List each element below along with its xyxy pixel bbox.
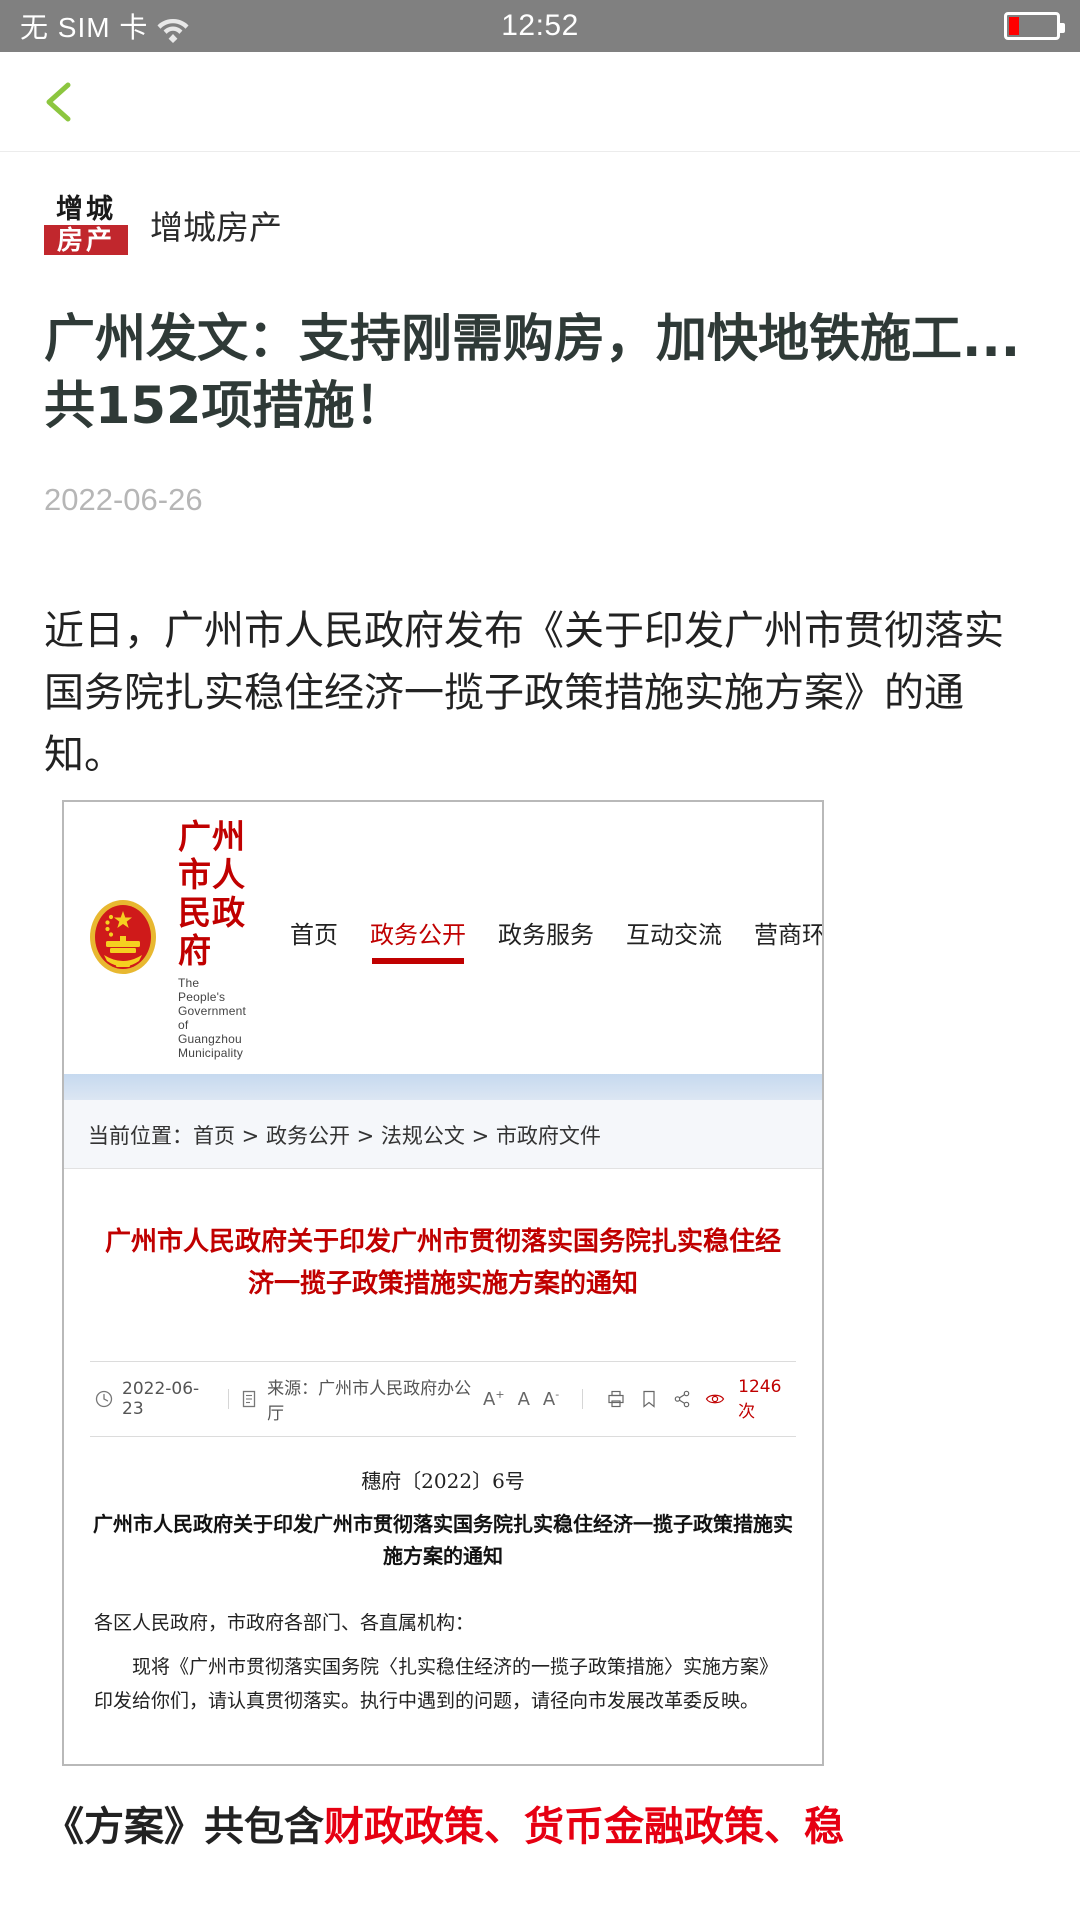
document-icon	[239, 1389, 259, 1409]
gov-nav-item-affairs-open[interactable]: 政务公开	[370, 915, 466, 964]
eye-icon	[705, 1389, 725, 1409]
gov-title-cn: 广州市人民政府	[178, 817, 246, 970]
article-closing-paragraph: 《方案》共包含财政政策、货币金融政策、稳	[0, 1796, 1080, 1858]
meta-divider	[228, 1389, 230, 1409]
document-source: 来源：广州市人民政府办公厅	[267, 1379, 472, 1424]
account-name[interactable]: 增城房产	[150, 201, 282, 249]
navigation-bar	[0, 52, 1080, 152]
article-publish-date: 2022-06-26	[44, 482, 203, 517]
document-body: 各区人民政府，市政府各部门、各直属机构： 现将《广州市贯彻落实国务院〈扎实稳住经…	[94, 1606, 792, 1718]
back-chevron-icon[interactable]	[40, 79, 80, 125]
article-headline: 广州发文：支持刚需购房，加快地铁施工...共152项措施！	[44, 310, 1021, 436]
embedded-screenshot-inner: 广州市人民政府 The People's Government of Guang…	[64, 802, 822, 1764]
font-size-smaller-button[interactable]: A-	[543, 1388, 559, 1410]
print-icon[interactable]	[606, 1389, 626, 1409]
share-icon[interactable]	[672, 1389, 692, 1409]
save-icon[interactable]	[639, 1389, 659, 1409]
gov-site-nav: 首页 政务公开 政务服务 互动交流 营商环境	[290, 915, 822, 964]
breadcrumb: 当前位置：首页 > 政务公开 > 法规公文 > 市政府文件	[64, 1100, 822, 1169]
document-red-title-line-1: 广州市人民政府关于印发广州市贯彻落实国务院扎实稳住经	[104, 1227, 781, 1257]
gov-nav-item-business-env[interactable]: 营商环境	[754, 915, 822, 964]
article-container: 增城 房产 增城房产 广州发文：支持刚需购房，加快地铁施工...共152项措施！…	[0, 194, 1080, 1766]
gov-nav-item-home[interactable]: 首页	[290, 915, 338, 964]
meta-divider-2	[582, 1389, 584, 1409]
status-bar-clock: 12:52	[501, 9, 579, 42]
gov-title-block: 广州市人民政府 The People's Government of Guang…	[178, 817, 247, 1061]
document-meta-tools: A+ A A- 1246次	[483, 1377, 792, 1422]
document-paragraph-1: 现将《广州市贯彻落实国务院〈扎实稳住经济的一揽子政策措施〉实施方案》印发给你们，…	[94, 1656, 779, 1712]
account-logo-bottom-text: 房产	[44, 225, 128, 255]
article-paragraph-1: 近日，广州市人民政府发布《关于印发广州市贯彻落实国务院扎实稳住经济一揽子政策措施…	[44, 608, 1004, 778]
account-row[interactable]: 增城 房产 增城房产	[44, 194, 1036, 256]
document-heading: 广州市人民政府关于印发广州市贯彻落实国务院扎实稳住经济一揽子政策措施实施方案的通…	[93, 1512, 793, 1568]
document-meta-source-group: 来源：广州市人民政府办公厅	[239, 1374, 483, 1424]
document-red-title: 广州市人民政府关于印发广州市贯彻落实国务院扎实稳住经 济一揽子政策措施实施方案的…	[64, 1169, 822, 1321]
document-bottom-spacer	[64, 1718, 822, 1764]
view-count: 1246次	[738, 1376, 782, 1422]
font-size-larger-button[interactable]: A+	[483, 1388, 505, 1410]
gov-nav-item-interaction[interactable]: 互动交流	[626, 915, 722, 964]
embedded-screenshot-image[interactable]: 广州市人民政府 The People's Government of Guang…	[62, 800, 824, 1766]
document-meta-bar: 2022-06-23 来源：广州市人民政府办公厅 A+ A A- 1246次	[90, 1361, 796, 1437]
document-red-title-line-2: 济一揽子政策措施实施方案的通知	[247, 1269, 638, 1299]
document-meta-date-group: 2022-06-23	[94, 1379, 218, 1419]
battery-fill	[1009, 17, 1020, 35]
gov-title-en: The People's Government of Guangzhou Mun…	[178, 976, 247, 1060]
closing-prefix: 《方案》共包含	[44, 1804, 324, 1850]
closing-highlight: 财政政策、货币金融政策、稳	[324, 1804, 844, 1850]
national-emblem-icon	[86, 897, 160, 981]
document-number: 穗府〔2022〕6号	[361, 1469, 525, 1493]
status-bar-right	[1004, 12, 1065, 40]
status-bar: 无 SIM 卡 12:52	[0, 0, 1080, 52]
account-logo-icon: 增城 房产	[44, 194, 128, 256]
document-date: 2022-06-23	[122, 1379, 200, 1419]
document-salutation: 各区人民政府，市政府各部门、各直属机构：	[94, 1612, 475, 1634]
clock-icon	[94, 1389, 114, 1409]
gov-site-blue-band	[64, 1074, 822, 1100]
font-size-normal-button[interactable]: A	[518, 1389, 530, 1410]
gov-nav-item-affairs-service[interactable]: 政务服务	[498, 915, 594, 964]
gov-site-header: 广州市人民政府 The People's Government of Guang…	[64, 802, 822, 1074]
account-logo-top-text: 增城	[56, 194, 116, 225]
battery-icon	[1004, 12, 1065, 40]
